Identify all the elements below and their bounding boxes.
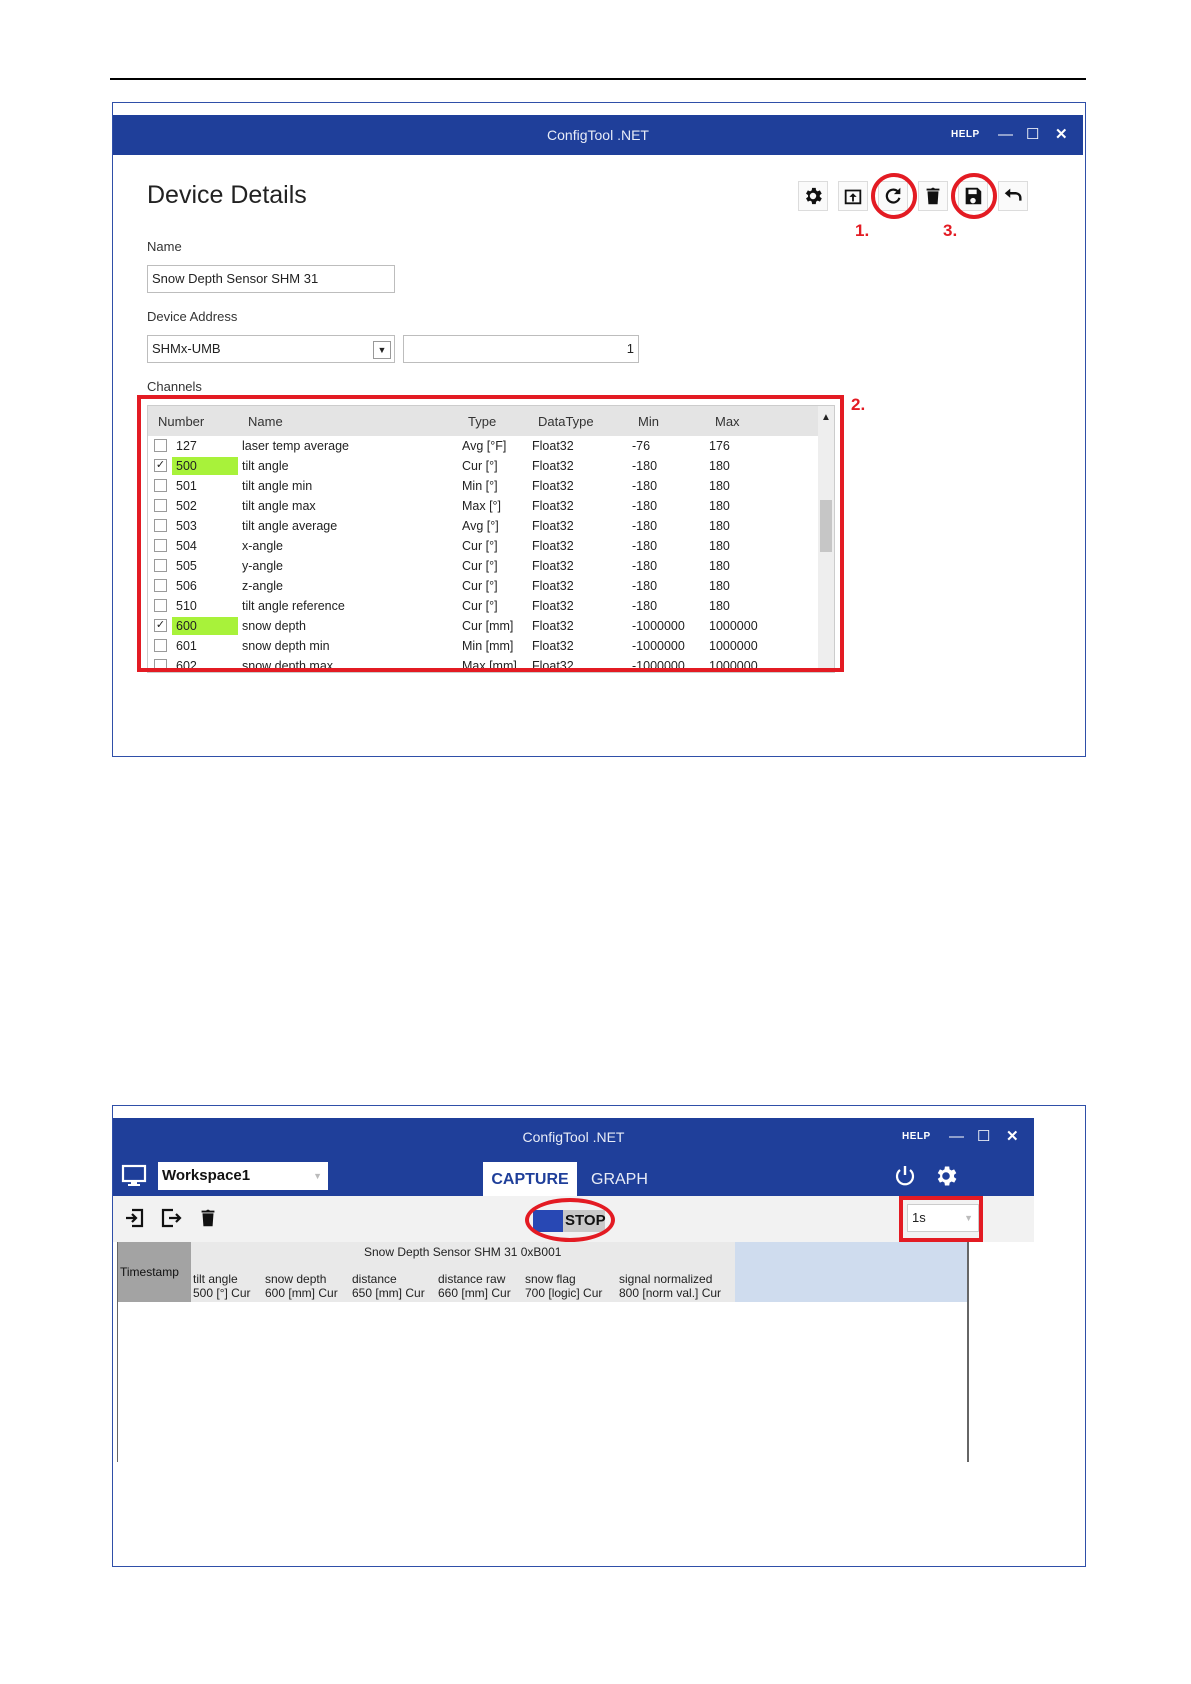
column-unit: 600 [mm] Cur bbox=[265, 1286, 338, 1300]
trash-icon[interactable] bbox=[197, 1206, 219, 1230]
channel-column-header[interactable]: signal normalized 800 [norm val.] Cur bbox=[619, 1272, 721, 1300]
gear-icon bbox=[806, 187, 822, 205]
undo-button[interactable] bbox=[998, 181, 1028, 211]
column-unit: 660 [mm] Cur bbox=[438, 1286, 511, 1300]
save-highlight-circle bbox=[951, 173, 997, 219]
workspace-select[interactable]: Workspace1 ▼ bbox=[158, 1162, 328, 1190]
column-name: snow depth bbox=[265, 1272, 327, 1286]
title-bar: ConfigTool .NET HELP — ☐ ✕ bbox=[113, 115, 1083, 155]
address-number-field[interactable]: 1 bbox=[403, 335, 639, 363]
settings-button[interactable] bbox=[798, 181, 828, 211]
column-name: distance bbox=[352, 1272, 397, 1286]
channels-highlight-box bbox=[137, 395, 844, 672]
delete-button[interactable] bbox=[918, 181, 948, 211]
column-unit: 800 [norm val.] Cur bbox=[619, 1286, 722, 1300]
column-unit: 650 [mm] Cur bbox=[352, 1286, 425, 1300]
channels-label: Channels bbox=[147, 379, 202, 394]
chevron-down-icon: ▼ bbox=[313, 1171, 322, 1181]
column-name: tilt angle bbox=[193, 1272, 238, 1286]
tab-graph[interactable]: GRAPH bbox=[591, 1162, 648, 1196]
minimize-icon[interactable]: — bbox=[949, 1118, 964, 1156]
chevron-down-icon[interactable]: ▼ bbox=[373, 341, 391, 359]
tab-capture[interactable]: CAPTURE bbox=[483, 1162, 577, 1196]
workspace-value: Workspace1 bbox=[162, 1167, 251, 1184]
import-icon[interactable] bbox=[123, 1206, 147, 1230]
capture-grid: Timestamp Snow Depth Sensor SHM 31 0xB00… bbox=[117, 1242, 969, 1462]
annotation-2: 2. bbox=[851, 395, 866, 414]
column-name: signal normalized bbox=[619, 1272, 713, 1286]
gear-icon[interactable] bbox=[933, 1163, 959, 1189]
timestamp-header[interactable]: Timestamp bbox=[118, 1242, 191, 1302]
window-title: ConfigTool .NET bbox=[547, 127, 649, 143]
address-type-value: SHMx-UMB bbox=[152, 341, 221, 356]
minimize-icon[interactable]: — bbox=[998, 115, 1013, 155]
undo-icon bbox=[1004, 188, 1022, 201]
upload-button[interactable] bbox=[838, 181, 868, 211]
device-address-label: Device Address bbox=[147, 309, 238, 324]
help-button[interactable]: HELP bbox=[902, 1118, 931, 1156]
channel-column-header[interactable]: snow flag 700 [logic] Cur bbox=[525, 1272, 602, 1300]
name-field[interactable]: Snow Depth Sensor SHM 31 bbox=[147, 265, 395, 293]
channel-column-header[interactable]: distance 650 [mm] Cur bbox=[352, 1272, 425, 1300]
page-title: Device Details bbox=[147, 181, 307, 209]
column-unit: 700 [logic] Cur bbox=[525, 1286, 603, 1300]
name-label: Name bbox=[147, 239, 182, 254]
device-details-window: ConfigTool .NET HELP — ☐ ✕ Device Detail… bbox=[112, 102, 1086, 757]
trash-icon bbox=[926, 187, 940, 205]
interval-highlight-box bbox=[899, 1196, 983, 1242]
device-header-label: Snow Depth Sensor SHM 31 0xB001 bbox=[364, 1245, 562, 1259]
column-unit: 500 [°] Cur bbox=[193, 1286, 251, 1300]
timestamp-label: Timestamp bbox=[120, 1265, 179, 1279]
channel-column-header[interactable]: distance raw 660 [mm] Cur bbox=[438, 1272, 511, 1300]
capture-window: ConfigTool .NET HELP — ☐ ✕ Workspace1 ▼ … bbox=[112, 1105, 1086, 1567]
monitor-icon[interactable] bbox=[121, 1164, 147, 1188]
maximize-icon[interactable]: ☐ bbox=[1026, 115, 1039, 155]
channel-column-header[interactable]: snow depth 600 [mm] Cur bbox=[265, 1272, 338, 1300]
help-button[interactable]: HELP bbox=[951, 115, 980, 155]
empty-header-area bbox=[735, 1242, 967, 1302]
export-icon[interactable] bbox=[159, 1206, 183, 1230]
close-icon[interactable]: ✕ bbox=[1055, 115, 1068, 155]
device-header: Snow Depth Sensor SHM 31 0xB001 tilt ang… bbox=[191, 1242, 735, 1302]
window-title: ConfigTool .NET bbox=[522, 1129, 625, 1145]
stop-highlight-circle bbox=[525, 1198, 615, 1242]
annotation-3: 3. bbox=[943, 221, 958, 240]
title-bar: ConfigTool .NET HELP — ☐ ✕ bbox=[113, 1118, 1034, 1156]
page-top-rule bbox=[110, 78, 1086, 80]
channel-column-header[interactable]: tilt angle 500 [°] Cur bbox=[193, 1272, 251, 1300]
upload-icon bbox=[844, 189, 862, 205]
close-icon[interactable]: ✕ bbox=[1006, 1118, 1019, 1156]
address-type-select[interactable]: SHMx-UMB ▼ bbox=[147, 335, 395, 363]
refresh-highlight-circle bbox=[871, 173, 917, 219]
annotation-1: 1. bbox=[855, 221, 870, 240]
workspace-bar: Workspace1 ▼ CAPTURE GRAPH bbox=[113, 1156, 1034, 1196]
capture-toolbar: STOP 1s ▼ bbox=[113, 1196, 1034, 1242]
column-name: distance raw bbox=[438, 1272, 506, 1286]
power-icon[interactable] bbox=[893, 1164, 917, 1188]
column-name: snow flag bbox=[525, 1272, 576, 1286]
maximize-icon[interactable]: ☐ bbox=[977, 1118, 990, 1156]
